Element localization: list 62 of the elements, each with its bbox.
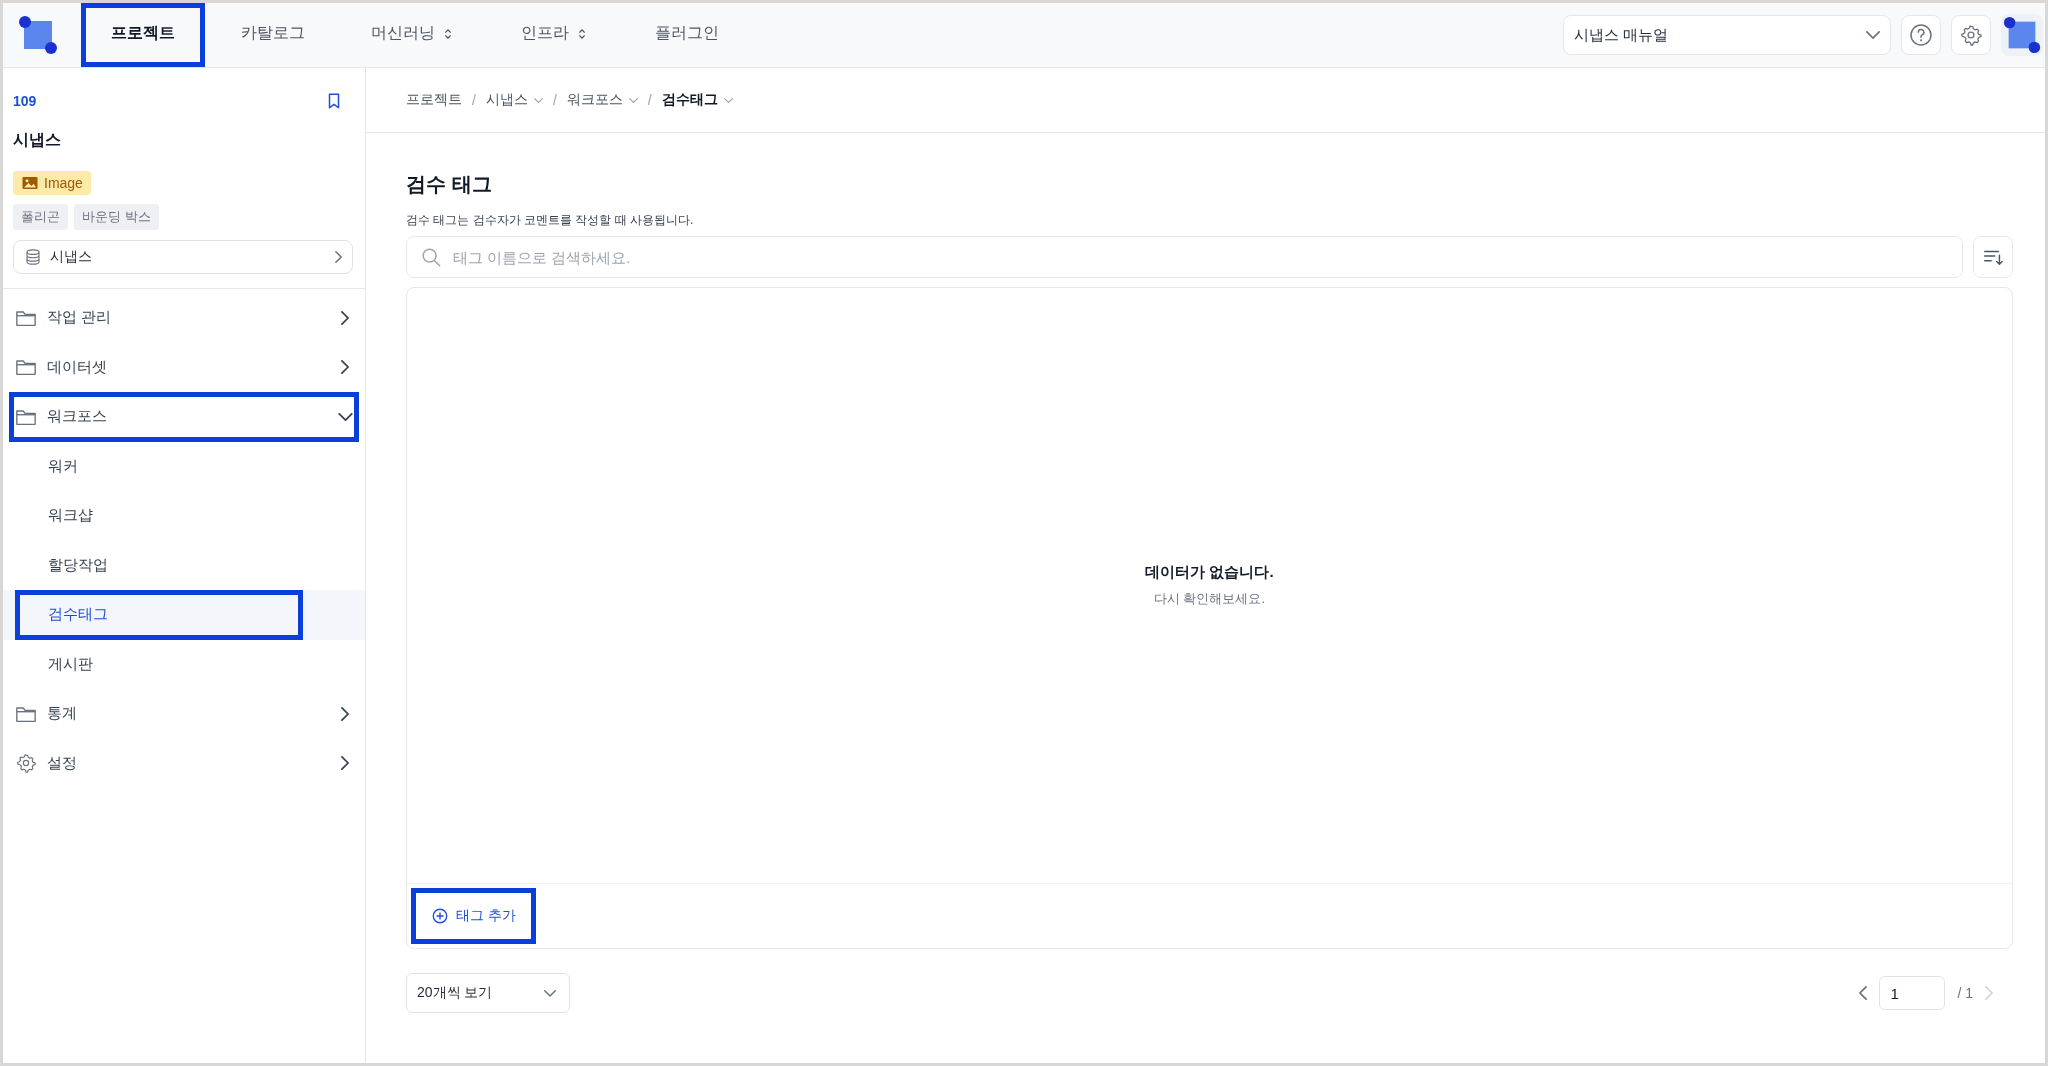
nav-tab[interactable]: 플러그인: [625, 3, 749, 67]
chevron-left-icon: [1859, 986, 1868, 1000]
empty-title: 데이터가 없습니다.: [1145, 563, 1274, 582]
breadcrumb-separator: /: [647, 92, 652, 108]
breadcrumb-separator: /: [472, 92, 476, 108]
chevron-right-icon: [1985, 986, 1993, 1000]
settings-icon: [16, 753, 36, 774]
page-description: 검수 태그는 검수자가 코멘트를 작성할 때 사용됩니다.: [406, 212, 695, 229]
submenu-item[interactable]: 할당작업: [15, 540, 303, 590]
breadcrumb-item[interactable]: 프로젝트: [406, 91, 462, 109]
annotation-tag: 바운딩 박스: [74, 204, 159, 230]
settings-button[interactable]: [1951, 15, 1991, 55]
breadcrumb-item[interactable]: 시냅스: [485, 91, 543, 109]
menu-item[interactable]: 데이터셋: [3, 342, 365, 392]
breadcrumb-item[interactable]: 워크포스: [566, 91, 638, 109]
submenu-item[interactable]: 워크샵: [15, 491, 303, 541]
help-button[interactable]: [1901, 15, 1941, 55]
chevron-down-icon: [338, 412, 353, 421]
previous-page-button[interactable]: [1859, 986, 1868, 1000]
page-number-field[interactable]: 1: [1879, 976, 1946, 1010]
breadcrumb-item[interactable]: 검수태그: [661, 91, 733, 109]
breadcrumb-separator: /: [552, 92, 557, 108]
logo-icon: [17, 14, 59, 56]
submenu-item[interactable]: 게시판: [15, 639, 303, 689]
nav-tab[interactable]: 카탈로그: [211, 3, 335, 67]
avatar[interactable]: [2001, 14, 2043, 56]
menu-item[interactable]: 워크포스: [9, 392, 359, 442]
page-total: / 1: [1957, 985, 1973, 1001]
help-icon: [1909, 23, 1933, 47]
page-title: 검수 태그: [406, 172, 493, 197]
add-tag-button[interactable]: 태그 추가: [411, 888, 536, 944]
chevron-down-icon: [628, 97, 638, 103]
database-icon: [24, 248, 42, 266]
settings-icon: [1960, 24, 1982, 46]
menu-item[interactable]: 작업 관리: [3, 293, 365, 343]
avatar-logo-icon: [2002, 15, 2042, 55]
manual-select[interactable]: 시냅스 매뉴얼: [1563, 15, 1891, 55]
data-type-badge: Image: [13, 171, 91, 195]
chevron-down-icon: [533, 97, 543, 103]
nav-tab[interactable]: 머신러닝: [341, 3, 485, 67]
search-field[interactable]: 태그 이름으로 검색하세요.: [406, 236, 1963, 278]
menu-item[interactable]: 설정: [3, 738, 365, 788]
plus-circle-icon: [431, 907, 449, 925]
chevron-right-icon: [341, 756, 349, 771]
submenu-item[interactable]: 워커: [15, 441, 303, 491]
image-icon: [21, 174, 39, 192]
annotation-tag: 폴리곤: [13, 204, 68, 230]
menu-item[interactable]: 통계: [3, 689, 365, 739]
dataset-button[interactable]: 시냅스: [13, 240, 353, 274]
chevron-right-icon: [341, 360, 349, 375]
empty-hint: 다시 확인해보세요.: [1153, 590, 1266, 608]
nav-tab[interactable]: 프로젝트: [81, 3, 205, 67]
sort-button[interactable]: [1973, 236, 2013, 278]
chevron-right-icon: [341, 706, 349, 721]
nav-tab[interactable]: 인프라: [491, 3, 619, 67]
chevron-right-icon: [335, 251, 342, 263]
page-size-select[interactable]: 20개씩 보기: [406, 973, 570, 1013]
project-id: 109: [13, 93, 37, 109]
chevron-down-icon: [723, 97, 733, 103]
project-name: 시냅스: [13, 130, 62, 150]
chevron-down-icon: [1866, 31, 1880, 39]
chevron-right-icon: [341, 310, 349, 325]
